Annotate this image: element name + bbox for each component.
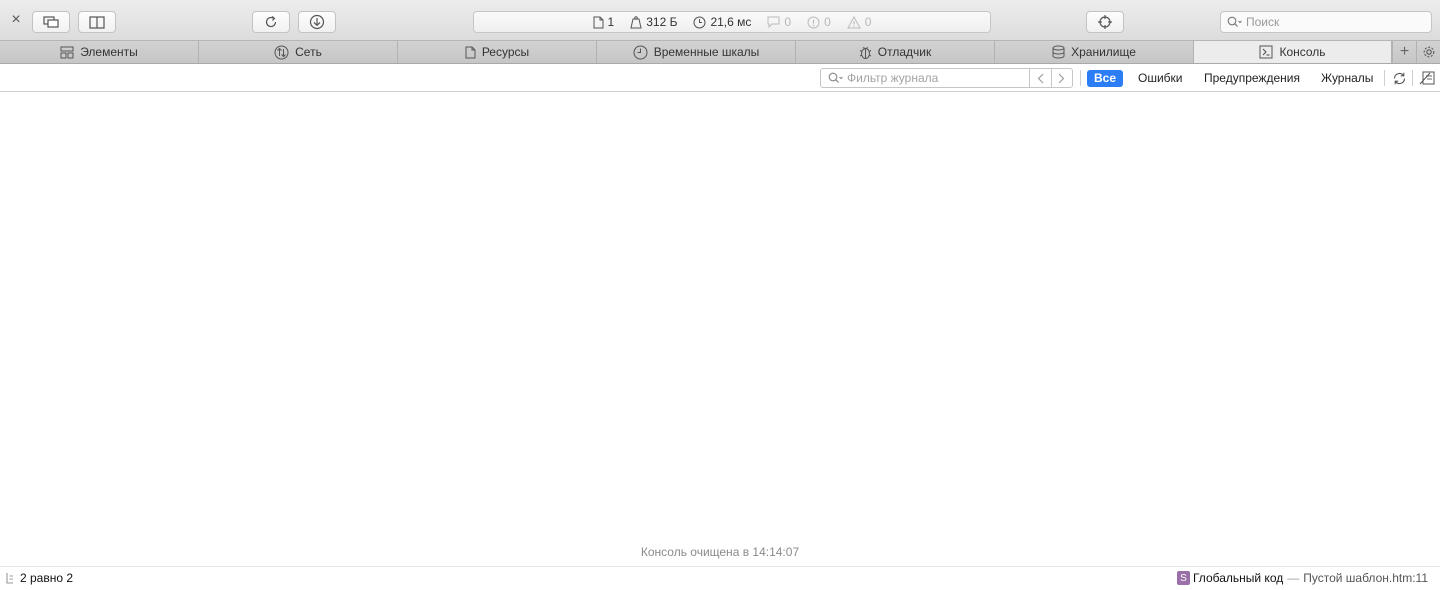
script-badge-icon: S xyxy=(1176,571,1190,585)
close-icon[interactable]: × xyxy=(9,12,23,28)
resource-count[interactable]: 1 xyxy=(593,15,614,29)
divider xyxy=(1384,70,1385,86)
network-icon xyxy=(274,45,289,59)
gear-icon xyxy=(1423,46,1434,58)
next-match-button[interactable] xyxy=(1051,68,1073,88)
result-icon xyxy=(6,573,13,584)
divider xyxy=(1080,70,1081,86)
detach-window-button[interactable] xyxy=(32,11,70,33)
search-icon xyxy=(1227,16,1242,27)
clear-log-button[interactable] xyxy=(1418,70,1436,86)
warning-icon xyxy=(846,15,861,28)
search-input[interactable] xyxy=(1246,15,1416,29)
crosshair-icon xyxy=(1098,15,1112,29)
tab-network[interactable]: Сеть xyxy=(199,41,398,63)
chevron-left-icon xyxy=(1037,73,1044,83)
execution-context[interactable]: S Глобальный код — Пустой шаблон.htm:11 xyxy=(1176,571,1428,585)
devtools-tab-bar: Элементы Сеть Ресурсы Временные шкалы От… xyxy=(0,41,1440,64)
search-icon xyxy=(828,72,843,83)
reload-button[interactable] xyxy=(252,11,290,33)
weight-icon xyxy=(630,15,642,28)
resources-icon xyxy=(465,46,476,58)
scope-errors[interactable]: Ошибки xyxy=(1131,70,1190,87)
tab-timelines[interactable]: Временные шкалы xyxy=(597,41,796,63)
tab-console[interactable]: Консоль xyxy=(1194,41,1392,63)
log-count[interactable]: 0 xyxy=(767,15,791,29)
elements-icon xyxy=(60,46,74,58)
clock-icon xyxy=(693,16,706,28)
tab-elements[interactable]: Элементы xyxy=(0,41,199,63)
console-output xyxy=(0,93,1440,565)
download-icon xyxy=(309,14,325,30)
tab-debugger[interactable]: Отладчик xyxy=(796,41,995,63)
document-icon xyxy=(593,16,604,28)
timelines-icon xyxy=(633,45,648,59)
chevron-right-icon xyxy=(1058,73,1065,83)
tab-resources[interactable]: Ресурсы xyxy=(398,41,597,63)
new-tab-button[interactable]: + xyxy=(1392,41,1416,63)
devtools-toolbar: × 1 312 Б 21,6 мс 0 0 0 Поиск xyxy=(0,0,1440,41)
previous-match-button[interactable] xyxy=(1030,68,1052,88)
divider xyxy=(1412,70,1413,86)
transfer-size[interactable]: 312 Б xyxy=(630,15,677,29)
frame-location[interactable]: Пустой шаблон.htm:11 xyxy=(1303,571,1428,585)
scope-all[interactable]: Все xyxy=(1087,70,1124,87)
refresh-icon xyxy=(1393,72,1405,84)
frame-separator: — xyxy=(1287,571,1300,585)
download-button[interactable] xyxy=(298,11,336,33)
message-icon xyxy=(767,16,780,28)
dock-side-icon xyxy=(89,15,105,29)
storage-icon xyxy=(1052,45,1065,59)
page-status-bar: 1 312 Б 21,6 мс 0 0 0 xyxy=(473,11,991,33)
load-time[interactable]: 21,6 мс xyxy=(693,15,751,29)
tab-storage[interactable]: Хранилище xyxy=(995,41,1194,63)
console-icon xyxy=(1259,45,1273,59)
log-filter[interactable] xyxy=(820,68,1030,88)
global-search[interactable] xyxy=(1220,11,1432,33)
dock-side-button[interactable] xyxy=(78,11,116,33)
console-prompt[interactable]: 2 равно 2 xyxy=(20,571,73,585)
preserve-log-button[interactable] xyxy=(1390,70,1408,86)
detach-window-icon xyxy=(43,16,59,28)
console-cleared-message: Консоль очищена в 14:14:07 xyxy=(640,545,800,559)
console-filter-bar: Все Ошибки Предупреждения Журналы xyxy=(0,64,1440,92)
reload-icon xyxy=(265,16,277,28)
warning-count[interactable]: 0 xyxy=(846,15,871,29)
frame-name: Глобальный код xyxy=(1192,571,1284,585)
error-icon xyxy=(807,16,820,28)
log-filter-input[interactable] xyxy=(847,71,1023,85)
plus-icon: + xyxy=(1399,43,1410,60)
console-prompt-bar: 2 равно 2 S Глобальный код — Пустой шабл… xyxy=(0,566,1440,590)
inspect-element-button[interactable] xyxy=(1086,11,1124,33)
clear-log-icon xyxy=(1419,71,1435,85)
scope-logs[interactable]: Журналы xyxy=(1314,70,1380,87)
scope-warnings[interactable]: Предупреждения xyxy=(1197,70,1307,87)
settings-button[interactable] xyxy=(1416,41,1440,63)
debugger-icon xyxy=(859,46,871,59)
error-count[interactable]: 0 xyxy=(807,15,831,29)
